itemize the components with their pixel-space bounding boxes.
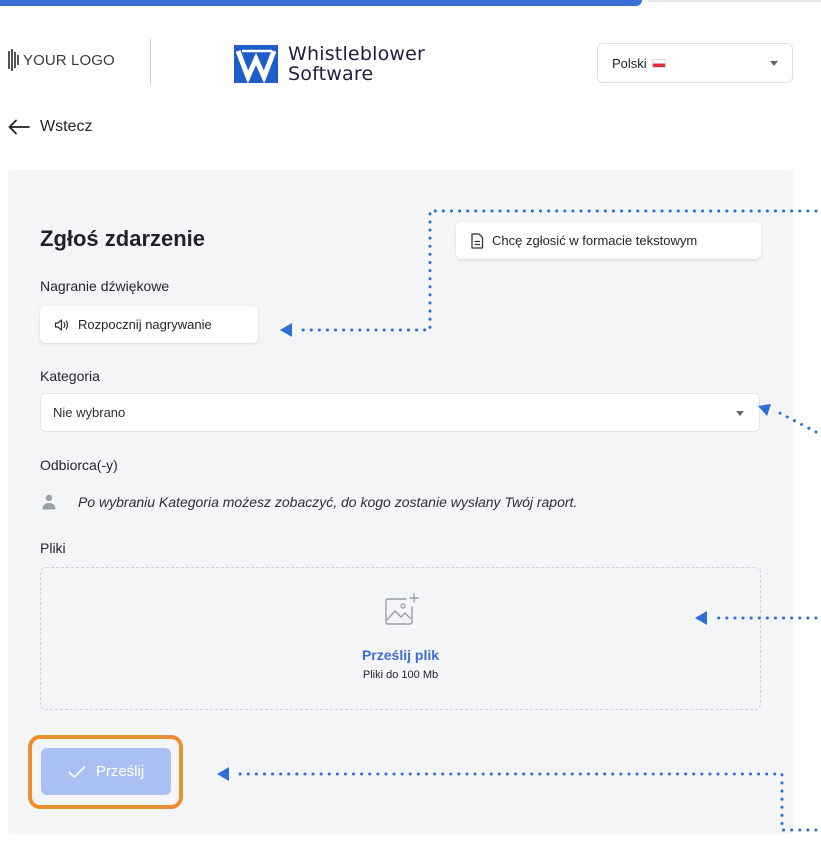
file-dropzone[interactable]: Prześlij plik Pliki do 100 Mb xyxy=(40,567,761,710)
chevron-down-icon xyxy=(770,61,778,66)
recipients-info-text: Po wybraniu Kategoria możesz zobaczyć, d… xyxy=(78,494,578,510)
poland-flag-icon xyxy=(651,58,666,68)
header-divider xyxy=(150,39,151,85)
text-format-button[interactable]: Chcę zgłosić w formacie tekstowym xyxy=(456,222,761,259)
your-logo-text: YOUR LOGO xyxy=(23,51,115,69)
user-icon xyxy=(42,494,56,510)
whistleblower-logo: Whistleblower Software xyxy=(234,44,425,84)
document-icon xyxy=(471,232,484,249)
top-accent-bar xyxy=(0,0,642,6)
page-title: Zgłoś zdarzenie xyxy=(40,226,206,251)
back-link[interactable]: Wstecz xyxy=(8,118,92,136)
category-label: Kategoria xyxy=(40,368,100,384)
submit-label: Prześlij xyxy=(95,763,145,780)
brand-line-2: Software xyxy=(288,63,374,85)
recipients-info: Po wybraniu Kategoria możesz zobaczyć, d… xyxy=(42,494,577,510)
upload-size-hint: Pliki do 100 Mb xyxy=(362,669,439,681)
start-recording-button[interactable]: Rozpocznij nagrywanie xyxy=(40,306,258,343)
back-label: Wstecz xyxy=(40,118,93,135)
submit-button[interactable]: Prześlij xyxy=(41,748,171,795)
category-value: Nie wybrano xyxy=(53,405,126,420)
top-gray-bar xyxy=(648,0,821,2)
arrow-left-icon xyxy=(8,119,30,135)
language-value: Polski xyxy=(612,55,647,71)
brand-line-1: Whistleblower xyxy=(288,43,426,65)
text-format-label: Chcę zgłosić w formacie tekstowym xyxy=(492,233,698,248)
speaker-icon xyxy=(54,318,69,331)
files-label: Pliki xyxy=(40,540,66,556)
audio-label: Nagranie dźwiękowe xyxy=(40,278,170,294)
category-select[interactable]: Nie wybrano xyxy=(40,393,760,432)
your-logo-icon xyxy=(8,49,19,71)
start-recording-label: Rozpocznij nagrywanie xyxy=(78,317,212,332)
your-logo: YOUR LOGO xyxy=(8,42,115,78)
chevron-down-icon xyxy=(736,411,744,416)
header: YOUR LOGO Whistleblower Software Polski xyxy=(0,28,821,98)
image-upload-icon xyxy=(385,593,419,625)
language-select[interactable]: Polski xyxy=(597,43,793,83)
checkmark-icon xyxy=(68,765,86,778)
whistleblower-logo-icon xyxy=(234,45,278,83)
upload-file-link[interactable]: Prześlij plik xyxy=(41,647,760,663)
recipients-label: Odbiorca(-y) xyxy=(40,457,118,473)
